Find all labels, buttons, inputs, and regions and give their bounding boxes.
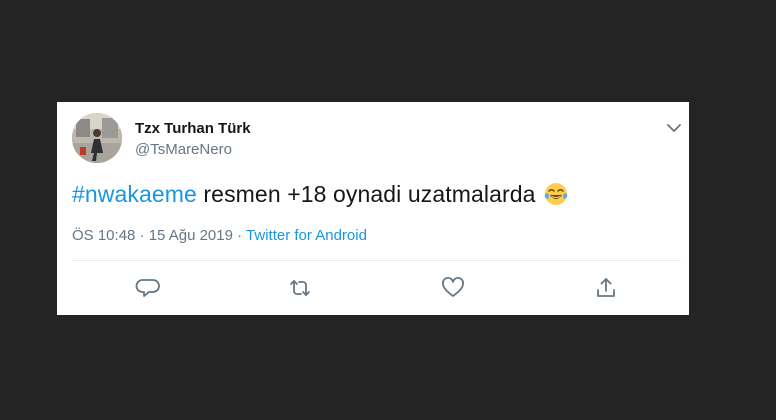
avatar[interactable] [72, 113, 122, 163]
divider [72, 260, 681, 261]
share-icon[interactable] [593, 275, 619, 301]
heart-icon[interactable] [440, 275, 466, 301]
source-link[interactable]: Twitter for Android [246, 227, 367, 244]
user-handle[interactable]: @TsMareNero [135, 141, 232, 158]
retweet-icon[interactable] [287, 275, 313, 301]
tweet-meta: ÖS 10:48 · 15 Ağu 2019 · Twitter for And… [72, 227, 367, 244]
chevron-down-icon[interactable] [663, 117, 685, 139]
tweet-body: resmen +18 oynadi uzatmalarda [196, 181, 543, 207]
tweet-card: Tzx Turhan Türk @TsMareNero #nwakaeme re… [57, 102, 689, 315]
hashtag-link[interactable]: #nwakaeme [72, 181, 197, 207]
timestamp[interactable]: ÖS 10:48 · 15 Ağu 2019 · [72, 227, 246, 244]
reply-icon[interactable] [135, 275, 161, 301]
tweet-text: #nwakaeme resmen +18 oynadi uzatmalarda [72, 181, 568, 208]
display-name[interactable]: Tzx Turhan Türk [135, 120, 251, 137]
face-with-tears-of-joy-icon [544, 182, 568, 206]
